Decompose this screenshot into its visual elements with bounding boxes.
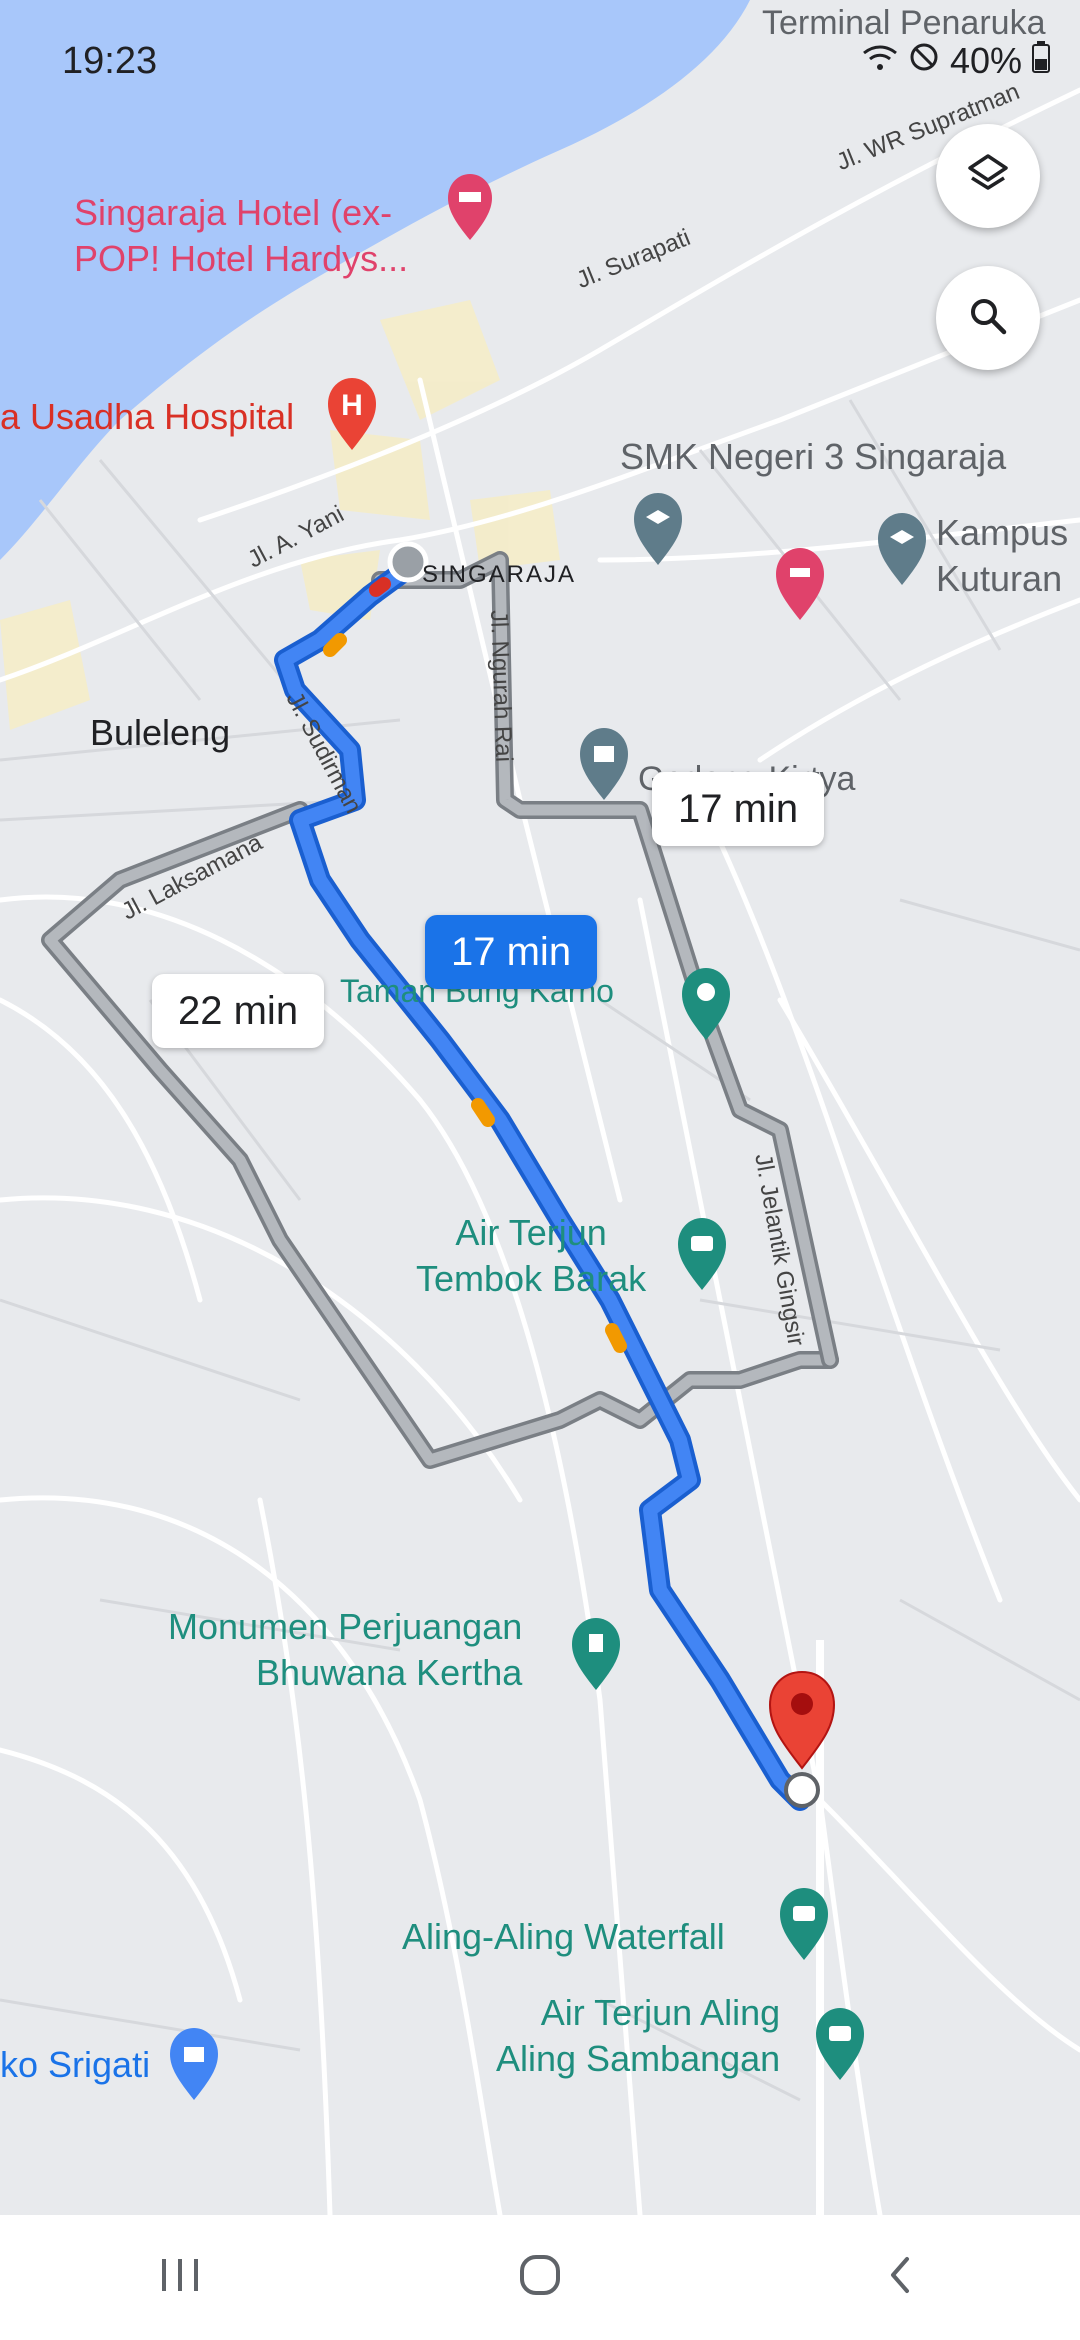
srigati-label[interactable]: ko Srigati: [0, 2042, 150, 2088]
battery-icon: [1032, 40, 1050, 82]
primary-route-duration[interactable]: 17 min: [425, 915, 598, 989]
status-bar: 19:23 40%: [0, 0, 1080, 110]
hotel-label[interactable]: Singaraja Hotel (ex- POP! Hotel Hardys..…: [74, 190, 408, 282]
dnd-icon: [908, 40, 940, 82]
air-aling-label-line2: Aling Sambangan: [496, 2038, 781, 2079]
buleleng-label: Buleleng: [90, 710, 230, 756]
aling-waterfall-label[interactable]: Aling-Aling Waterfall: [402, 1914, 725, 1960]
alt-route-east-duration-label: 17 min: [678, 786, 799, 831]
system-nav-bar: [0, 2215, 1080, 2340]
search-icon: [964, 292, 1012, 345]
back-icon: [885, 2253, 915, 2302]
hospital-label-text: a Usadha Hospital: [0, 396, 295, 437]
alt-route-west-duration-label: 22 min: [178, 988, 299, 1033]
layers-icon: [964, 150, 1012, 203]
monumen-label-line2: Bhuwana Kertha: [256, 1652, 523, 1693]
srigati-label-text: ko Srigati: [0, 2044, 151, 2085]
status-icons: 40%: [862, 40, 1050, 82]
home-button[interactable]: [480, 2228, 600, 2328]
monumen-label-line1: Monumen Perjuangan: [168, 1606, 523, 1647]
primary-route-duration-label: 17 min: [451, 929, 572, 974]
alt-route-east-duration[interactable]: 17 min: [652, 772, 825, 846]
wifi-icon: [862, 40, 898, 82]
monumen-label[interactable]: Monumen Perjuangan Bhuwana Kertha: [168, 1604, 522, 1696]
singaraja-label: SINGARAJA: [422, 552, 576, 598]
road-label-ngurah-rai: Jl. Ngurah Rai: [484, 610, 517, 763]
aling-waterfall-label-text: Aling-Aling Waterfall: [402, 1916, 725, 1957]
air-aling-label-line1: Air Terjun Aling: [540, 1992, 781, 2033]
smk-label-text: SMK Negeri 3 Singaraja: [620, 436, 1007, 477]
map-canvas[interactable]: H: [0, 0, 1080, 2215]
kampus-label-line2: Kuturan: [936, 558, 1063, 599]
alt-route-west-duration[interactable]: 22 min: [152, 974, 325, 1048]
end-point: [784, 1772, 820, 1808]
battery-percent: 40%: [949, 40, 1022, 81]
svg-text:H: H: [341, 389, 363, 422]
home-icon: [518, 2253, 562, 2302]
air-aling-label[interactable]: Air Terjun Aling Aling Sambangan: [496, 1990, 780, 2082]
buleleng-label-text: Buleleng: [90, 712, 231, 753]
hospital-label[interactable]: a Usadha Hospital: [0, 394, 294, 440]
layers-button[interactable]: [936, 124, 1040, 228]
smk-label[interactable]: SMK Negeri 3 Singaraja: [620, 434, 1006, 480]
hotel-label-line1: Singaraja Hotel (ex-: [74, 192, 393, 233]
air-tembok-label-line1: Air Terjun: [455, 1212, 607, 1253]
recents-button[interactable]: [120, 2228, 240, 2328]
back-button[interactable]: [840, 2228, 960, 2328]
hotel-label-line2: POP! Hotel Hardys...: [74, 238, 409, 279]
air-tembok-label[interactable]: Air Terjun Tembok Barak: [416, 1210, 646, 1302]
kampus-label-line1: Kampus: [936, 512, 1069, 553]
road-label-ngurah-rai-text: Jl. Ngurah Rai: [485, 609, 518, 763]
singaraja-label-text: SINGARAJA: [422, 561, 577, 588]
search-button[interactable]: [936, 266, 1040, 370]
start-point: [387, 541, 429, 583]
kampus-label[interactable]: Kampus Kuturan: [936, 510, 1068, 602]
recents-icon: [158, 2255, 202, 2300]
status-time: 19:23: [62, 40, 158, 82]
air-tembok-label-line2: Tembok Barak: [416, 1258, 647, 1299]
